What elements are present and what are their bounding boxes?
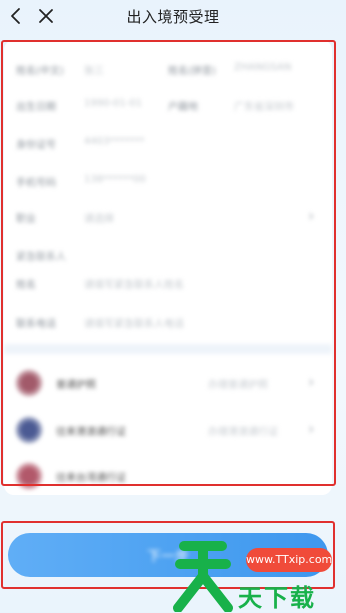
- watermark: www.TTxip.com 天下载: [168, 536, 346, 612]
- top-bar: 出入境预受理: [0, 0, 346, 34]
- watermark-text: 天下载: [238, 584, 316, 612]
- highlight-box-form: [1, 40, 336, 486]
- watermark-url: www.TTxip.com: [246, 553, 333, 566]
- watermark-logo-icon: [173, 541, 233, 612]
- page-title: 出入境预受理: [126, 8, 220, 26]
- watermark-url-badge: www.TTxip.com: [246, 548, 332, 572]
